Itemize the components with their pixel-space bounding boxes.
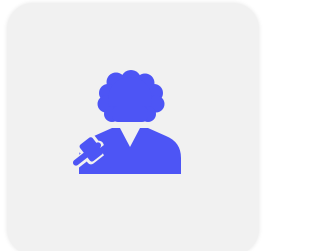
- icon-tile: [0, 0, 259, 251]
- judge-with-gavel-icon: [70, 70, 181, 174]
- wig-icon: [97, 70, 165, 122]
